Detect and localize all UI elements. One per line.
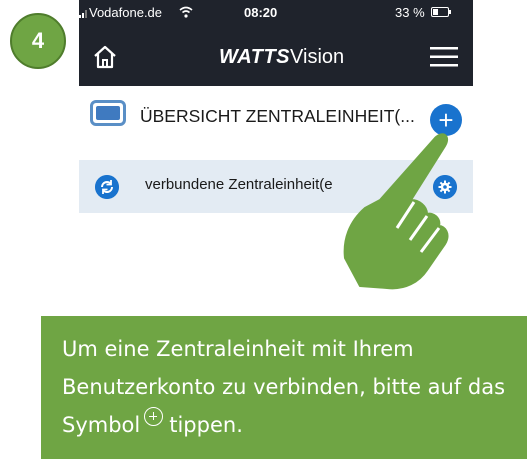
connected-controllers-label: verbundene Zentraleinheit(e <box>145 176 333 193</box>
signal-icon <box>79 10 87 18</box>
instruction-text-after: tippen. <box>169 413 243 437</box>
battery-percentage: 33 % <box>395 5 425 20</box>
brand-name-bold: WATTS <box>219 46 291 68</box>
app-brand: WATTSVision <box>219 46 344 69</box>
menu-icon[interactable] <box>430 46 458 68</box>
home-icon[interactable] <box>92 45 118 69</box>
status-bar: Vodafone.de 08:20 33 % <box>79 0 473 26</box>
wifi-icon <box>179 6 193 18</box>
brand-name-light: Vision <box>290 46 345 68</box>
step-number-badge: 4 <box>10 13 66 69</box>
plus-circle-icon <box>144 407 164 426</box>
app-header: WATTSVision <box>79 26 473 86</box>
carrier-name: Vodafone.de <box>89 5 163 20</box>
status-time: 08:20 <box>244 5 278 20</box>
hand-pointer-icon <box>343 133 449 290</box>
instruction-box: Um eine Zentraleinheit mit Ihrem Benutze… <box>41 316 527 459</box>
refresh-icon[interactable] <box>95 175 119 199</box>
instruction-text-before: Um eine Zentraleinheit mit Ihrem Benutze… <box>62 337 506 437</box>
controller-icon <box>90 100 126 126</box>
instruction-text: Um eine Zentraleinheit mit Ihrem Benutze… <box>62 330 512 444</box>
battery-icon <box>431 7 451 17</box>
